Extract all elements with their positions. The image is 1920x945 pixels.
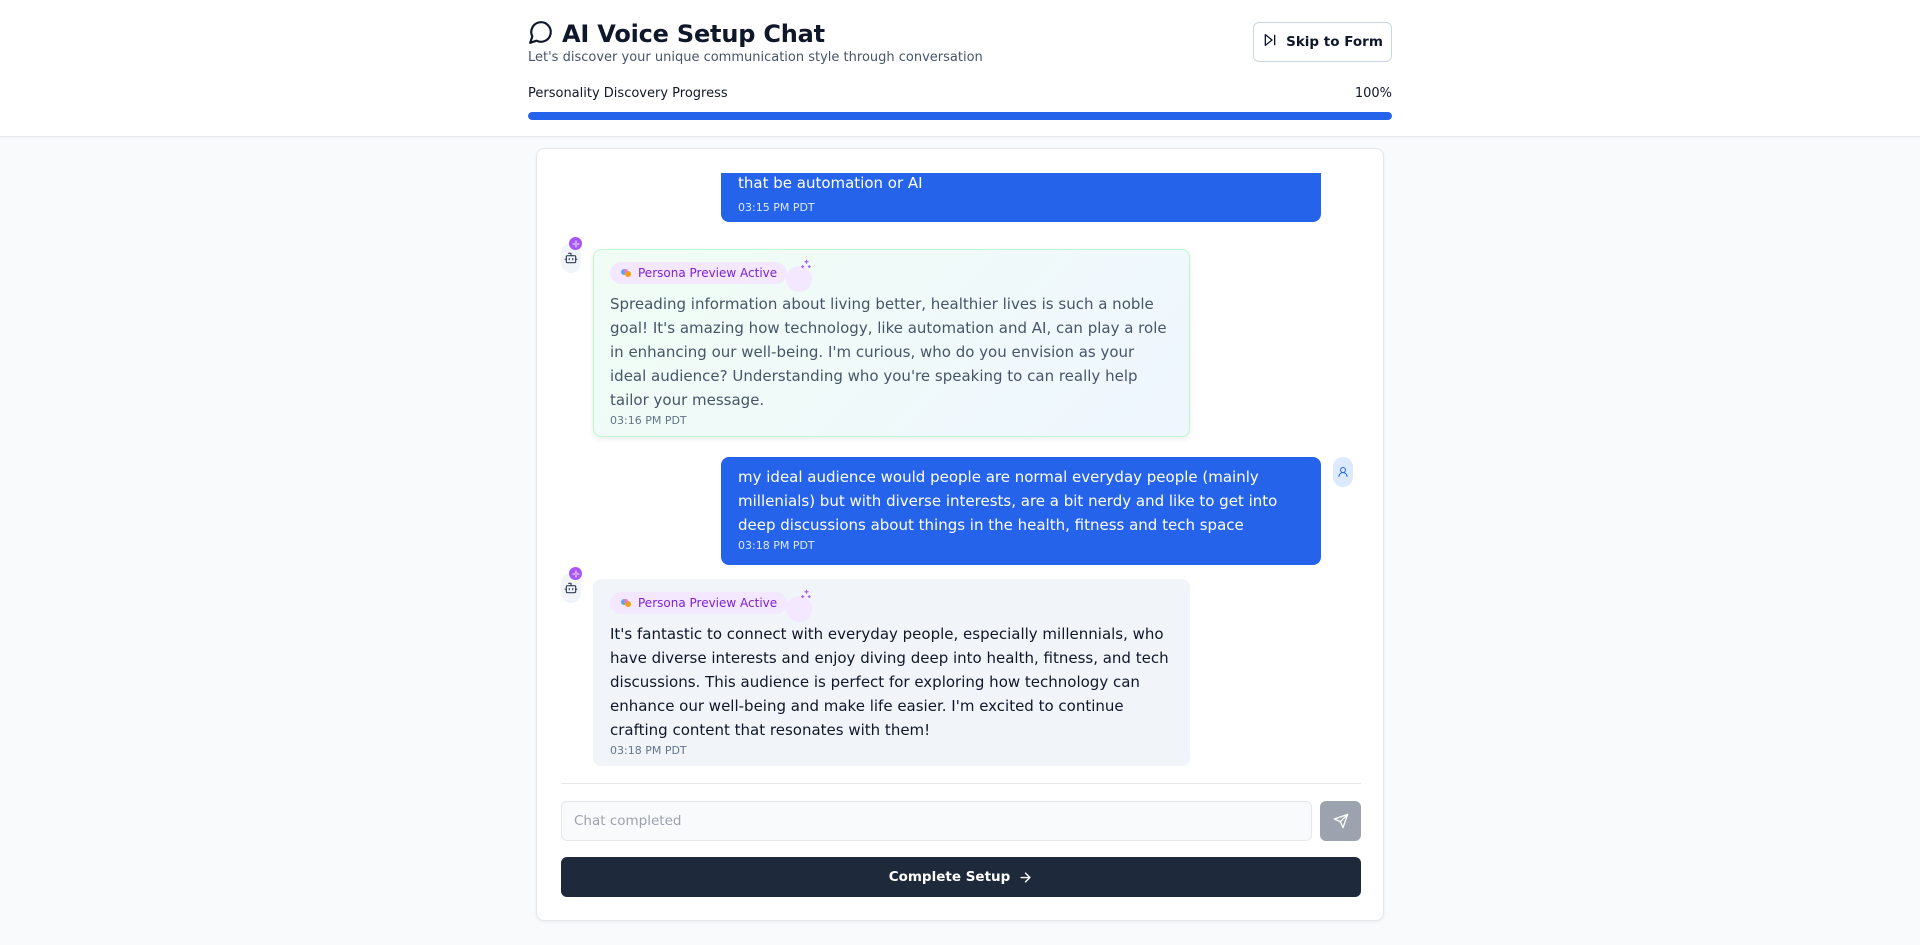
- message-time: 03:16 PM PDT: [610, 414, 687, 427]
- persona-preview-badge: Persona Preview Active: [610, 592, 788, 614]
- progress-label: Personality Discovery Progress: [528, 86, 728, 101]
- sparkle-badge-icon: [569, 237, 582, 250]
- user-message: my ideal audience would people are norma…: [721, 457, 1321, 565]
- message-time: 03:18 PM PDT: [738, 539, 815, 552]
- message-text: It's fantastic to connect with everyday …: [610, 625, 1169, 739]
- user-avatar: [1333, 457, 1353, 487]
- assistant-message: Persona Preview Active It's fantastic to…: [593, 579, 1190, 766]
- message-text: Spreading information about living bette…: [610, 295, 1167, 409]
- persona-preview-label: Persona Preview Active: [638, 266, 778, 280]
- bot-icon: [564, 582, 578, 594]
- bot-avatar: [561, 567, 583, 603]
- sparkle-badge-icon: [569, 567, 582, 580]
- message-time: 03:15 PM PDT: [738, 201, 815, 214]
- bot-icon: [564, 252, 578, 264]
- message-text: and that includes how technology can mak…: [738, 174, 923, 192]
- persona-icon: [620, 267, 632, 279]
- bot-avatar: [561, 237, 583, 273]
- progress-bar-fill: [528, 112, 1392, 120]
- page-subtitle: Let's discover your unique communication…: [528, 50, 983, 65]
- skip-forward-icon: [1262, 32, 1278, 52]
- user-icon: [1338, 467, 1348, 477]
- assistant-message: Persona Preview Active Spreading informa…: [593, 249, 1190, 437]
- user-message: and that includes how technology can mak…: [721, 173, 1321, 222]
- sparkles-icon: [786, 259, 812, 292]
- message-text: my ideal audience would people are norma…: [738, 468, 1278, 534]
- page-title: AI Voice Setup Chat: [562, 20, 825, 48]
- send-button[interactable]: [1320, 801, 1361, 841]
- title-row: AI Voice Setup Chat: [528, 19, 825, 49]
- persona-preview-label: Persona Preview Active: [638, 596, 778, 610]
- progress-bar: [528, 112, 1392, 120]
- sparkles-icon: [786, 589, 812, 622]
- skip-to-form-button[interactable]: Skip to Form: [1253, 22, 1392, 62]
- message-time: 03:18 PM PDT: [610, 744, 687, 757]
- persona-preview-badge: Persona Preview Active: [610, 262, 788, 284]
- persona-icon: [620, 597, 632, 609]
- skip-to-form-label: Skip to Form: [1286, 34, 1383, 50]
- complete-setup-label: Complete Setup: [888, 869, 1011, 885]
- divider: [561, 783, 1361, 784]
- arrow-right-icon: [1020, 871, 1031, 883]
- complete-setup-button[interactable]: Complete Setup: [561, 857, 1361, 897]
- send-icon: [1333, 813, 1348, 829]
- message-circle-icon: [528, 19, 554, 49]
- chat-card: and that includes how technology can mak…: [536, 148, 1384, 921]
- chat-input[interactable]: [561, 801, 1312, 841]
- progress-value: 100%: [1354, 86, 1392, 101]
- page-header: AI Voice Setup Chat Let's discover your …: [0, 0, 1920, 137]
